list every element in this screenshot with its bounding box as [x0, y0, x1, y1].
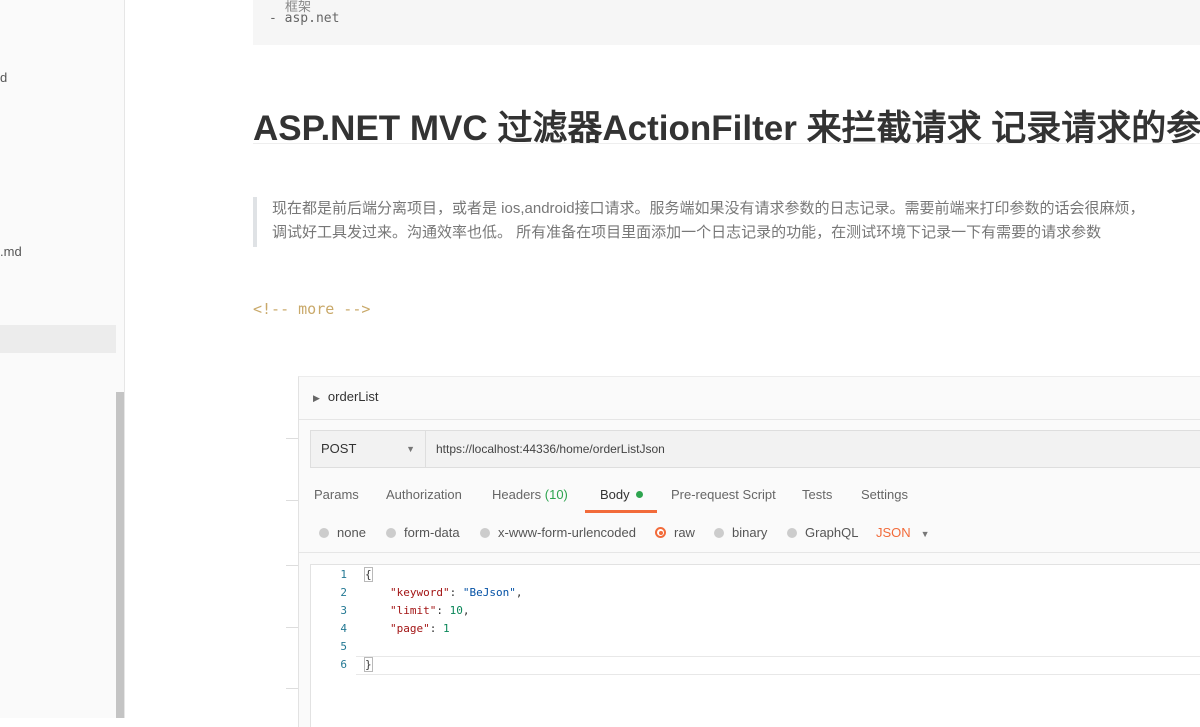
line-number: 2	[340, 586, 347, 599]
code-line: {	[364, 567, 373, 582]
line-number: 6	[340, 658, 347, 671]
radio-icon	[787, 528, 797, 538]
line-number: 4	[340, 622, 347, 635]
json-sep: ,	[515, 586, 523, 599]
radio-icon	[714, 528, 724, 538]
radio-icon	[480, 528, 490, 538]
active-tab-indicator	[585, 510, 657, 513]
quote-line: 调试好工具发过来。沟通效率也低。 所有准备在项目里面添加一个日志记录的功能，在测…	[272, 224, 1102, 241]
sidebar-file-item[interactable]: d	[0, 70, 7, 85]
sidebar-file-item[interactable]: .md	[0, 244, 22, 259]
sidebar-active-item[interactable]	[0, 325, 116, 353]
body-type-none: none	[319, 525, 366, 540]
format-select: JSON ▼	[876, 525, 930, 540]
url-input: https://localhost:44336/home/orderListJs…	[436, 442, 665, 456]
tab-pre-request-script: Pre-request Script	[671, 487, 776, 502]
body-type-binary: binary	[714, 525, 767, 540]
blockquote: 现在都是前后端分离项目，或者是 ios,android接口请求。服务端如果没有请…	[253, 197, 1200, 247]
code-line: "limit": 10,	[390, 604, 470, 617]
body-type-label: x-www-form-urlencoded	[498, 525, 636, 540]
tab-settings: Settings	[861, 487, 908, 502]
json-key: "page"	[390, 622, 430, 635]
body-type-label: raw	[674, 525, 695, 540]
tab-body-label: Body	[600, 487, 630, 502]
body-type-raw: raw	[655, 525, 695, 540]
current-line-highlight	[356, 656, 1200, 675]
brace-close: }	[364, 657, 373, 672]
tab-headers: Headers (10)	[492, 487, 568, 502]
radio-icon	[386, 528, 396, 538]
ruler-tick	[286, 688, 298, 689]
postman-screenshot: ▶ orderList POST ▼ https://localhost:4433…	[298, 376, 1200, 727]
body-type-label: none	[337, 525, 366, 540]
body-type-urlencoded: x-www-form-urlencoded	[480, 525, 636, 540]
quote-line: 现在都是前后端分离项目，或者是 ios,android接口请求。服务端如果没有请…	[272, 200, 1145, 217]
method-select: POST ▼	[311, 431, 426, 467]
code-line: "keyword": "BeJson",	[390, 586, 523, 599]
modified-dot-icon	[635, 491, 643, 498]
format-label: JSON	[876, 525, 911, 540]
code-line: }	[364, 657, 373, 672]
code-line: "page": 1	[390, 622, 450, 635]
tab-authorization: Authorization	[386, 487, 462, 502]
json-sep: ,	[462, 604, 470, 617]
code-block: 框架 - asp.net	[253, 0, 1200, 45]
json-editor: 1 2 3 4 5 6 { "keyword": "BeJson", "limi…	[310, 564, 1200, 727]
ruler-tick	[286, 565, 298, 566]
ruler-tick	[286, 438, 298, 439]
code-line: - asp.net	[269, 11, 340, 26]
url-bar: POST ▼ https://localhost:44336/home/orde…	[310, 430, 1200, 468]
body-type-label: GraphQL	[805, 525, 859, 540]
json-value: "BeJson"	[462, 586, 516, 599]
json-value: 1	[443, 622, 450, 635]
divider	[299, 552, 1200, 553]
ruler-tick	[286, 500, 298, 501]
chevron-down-icon: ▼	[920, 529, 930, 539]
file-sidebar: d .md	[0, 0, 125, 718]
json-key: "limit"	[390, 604, 437, 617]
tab-params: Params	[314, 487, 359, 502]
radio-selected-icon	[655, 527, 666, 538]
divider	[299, 419, 1200, 420]
article-heading: ASP.NET MVC 过滤器ActionFilter 来拦截请求 记录请求的参…	[253, 100, 1200, 144]
method-label: POST	[321, 441, 357, 456]
more-comment: <!-- more -->	[253, 300, 371, 318]
tab-tests: Tests	[802, 487, 833, 502]
json-value: 10	[449, 604, 463, 617]
line-number-gutter: 1 2 3 4 5 6	[311, 565, 356, 727]
ruler-tick	[286, 627, 298, 628]
expand-triangle-icon: ▶	[313, 393, 320, 403]
request-title: ▶ orderList	[313, 389, 379, 404]
tab-headers-label: Headers	[492, 487, 542, 502]
radio-icon	[319, 528, 329, 538]
line-number: 1	[340, 568, 347, 581]
body-type-form-data: form-data	[386, 525, 460, 540]
tab-body: Body	[600, 487, 643, 502]
json-key: "keyword"	[390, 586, 450, 599]
body-type-graphql: GraphQL	[787, 525, 858, 540]
sidebar-scrollbar-thumb[interactable]	[116, 392, 124, 718]
brace-open: {	[364, 567, 373, 582]
body-type-label: form-data	[404, 525, 460, 540]
body-type-label: binary	[732, 525, 768, 540]
headers-count: (10)	[544, 487, 568, 502]
chevron-down-icon: ▼	[406, 444, 415, 454]
line-number: 5	[340, 640, 347, 653]
line-number: 3	[340, 604, 347, 617]
request-name: orderList	[327, 389, 379, 404]
